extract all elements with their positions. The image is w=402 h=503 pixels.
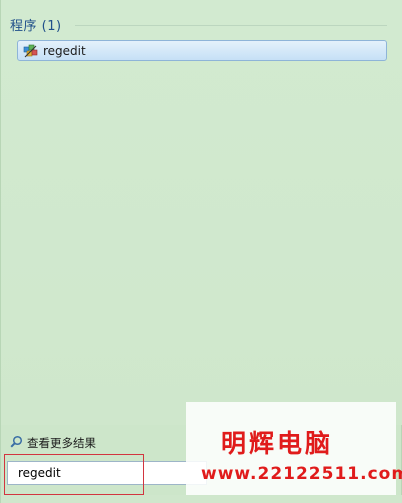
programs-section-header: 程序 (1) bbox=[10, 19, 62, 34]
search-results-area: 程序 (1) regedit bbox=[1, 0, 402, 425]
result-item-regedit[interactable]: regedit bbox=[17, 40, 387, 61]
result-item-label: regedit bbox=[43, 43, 86, 58]
regedit-icon bbox=[23, 43, 39, 59]
search-highlight-outline bbox=[4, 454, 144, 495]
watermark-title: 明辉电脑 bbox=[221, 429, 334, 458]
watermark-url: www.22122511.com bbox=[201, 464, 402, 484]
bottom-strip bbox=[1, 495, 402, 503]
see-more-results-label: 查看更多结果 bbox=[27, 435, 96, 450]
see-more-results-link[interactable]: 查看更多结果 bbox=[10, 433, 96, 452]
start-menu-search-panel: 程序 (1) regedit 查看更多结果 regedit 明辉电脑 www.2… bbox=[0, 0, 402, 503]
search-icon bbox=[10, 433, 23, 452]
section-divider bbox=[75, 25, 387, 26]
